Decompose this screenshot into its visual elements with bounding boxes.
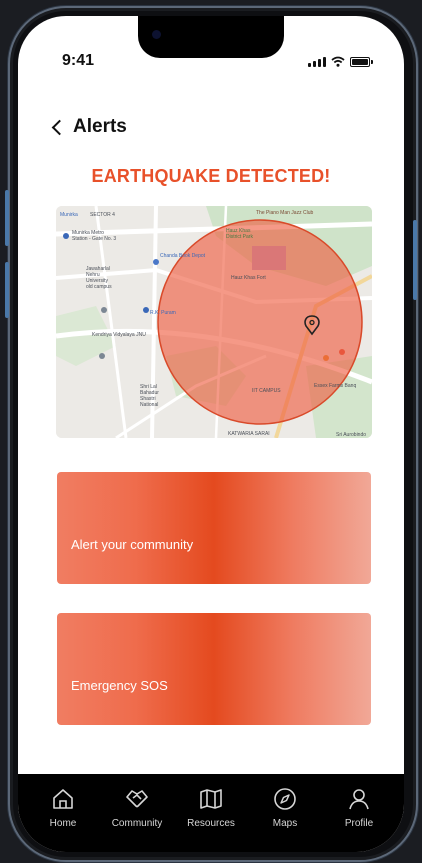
phone-screen: 9:41 Alerts EARTHQUAKE DETECTED! Munirka…: [18, 16, 404, 852]
status-icons: [308, 56, 373, 67]
map-label: Kendriya Vidyalaya JNU: [92, 332, 146, 338]
signal-icon: [308, 56, 326, 67]
map-book-icon: [200, 789, 222, 809]
map-label: The Piano Man Jazz Club: [256, 210, 313, 216]
map-label: Chanda Book Depot: [160, 253, 206, 259]
map-label: old campus: [86, 284, 112, 290]
map-label: SECTOR 4: [90, 212, 115, 218]
status-time: 9:41: [62, 52, 95, 69]
emergency-sos-label: Emergency SOS: [71, 678, 168, 693]
map-label: Station - Gate No. 3: [72, 236, 116, 242]
map-label: National: [140, 402, 158, 408]
map-label: Essex Farms Banq: [314, 383, 356, 389]
map-label: District Park: [226, 234, 253, 240]
alert-community-label: Alert your community: [71, 537, 194, 552]
tab-community[interactable]: Community: [102, 786, 172, 852]
bottom-tab-bar: Home Community Resources Maps Profile: [18, 774, 404, 852]
tab-resources[interactable]: Resources: [176, 786, 246, 852]
map-label: Sri Aurobindo: [336, 432, 366, 438]
person-icon: [349, 789, 369, 810]
tab-home[interactable]: Home: [28, 786, 98, 852]
map-label: IIT CAMPUS: [252, 388, 281, 394]
map-view[interactable]: Munirka SECTOR 4 Munirka Metro Station -…: [56, 206, 372, 438]
chevron-left-icon: [51, 119, 68, 136]
map-label: Munirka: [60, 212, 78, 218]
compass-icon: [274, 788, 296, 810]
emergency-sos-button[interactable]: Emergency SOS: [57, 613, 371, 725]
side-button: [5, 190, 9, 246]
camera: [152, 30, 161, 39]
map-label: R.K. Puram: [150, 310, 176, 316]
alert-community-button[interactable]: Alert your community: [57, 472, 371, 584]
alert-heading: EARTHQUAKE DETECTED!: [91, 166, 331, 186]
battery-icon: [350, 56, 373, 67]
map-graphic: Munirka SECTOR 4 Munirka Metro Station -…: [56, 206, 372, 438]
notch: [138, 16, 284, 58]
home-icon: [53, 789, 73, 809]
tab-profile[interactable]: Profile: [324, 786, 394, 852]
side-button: [5, 262, 9, 318]
tab-label: Maps: [272, 818, 298, 829]
map-label: Hauz Khas Fort: [231, 275, 266, 281]
tab-label: Profile: [344, 818, 374, 829]
tab-label: Resources: [187, 818, 235, 829]
tab-label: Home: [49, 818, 77, 829]
tab-label: Community: [111, 818, 163, 829]
page-title: Alerts: [73, 116, 127, 137]
tab-maps[interactable]: Maps: [250, 786, 320, 852]
map-label: KATWARIA SARAI: [228, 431, 270, 437]
handshake-icon: [126, 790, 148, 808]
side-button: [413, 220, 417, 300]
back-button[interactable]: Alerts: [51, 116, 127, 138]
wifi-icon: [331, 56, 345, 67]
